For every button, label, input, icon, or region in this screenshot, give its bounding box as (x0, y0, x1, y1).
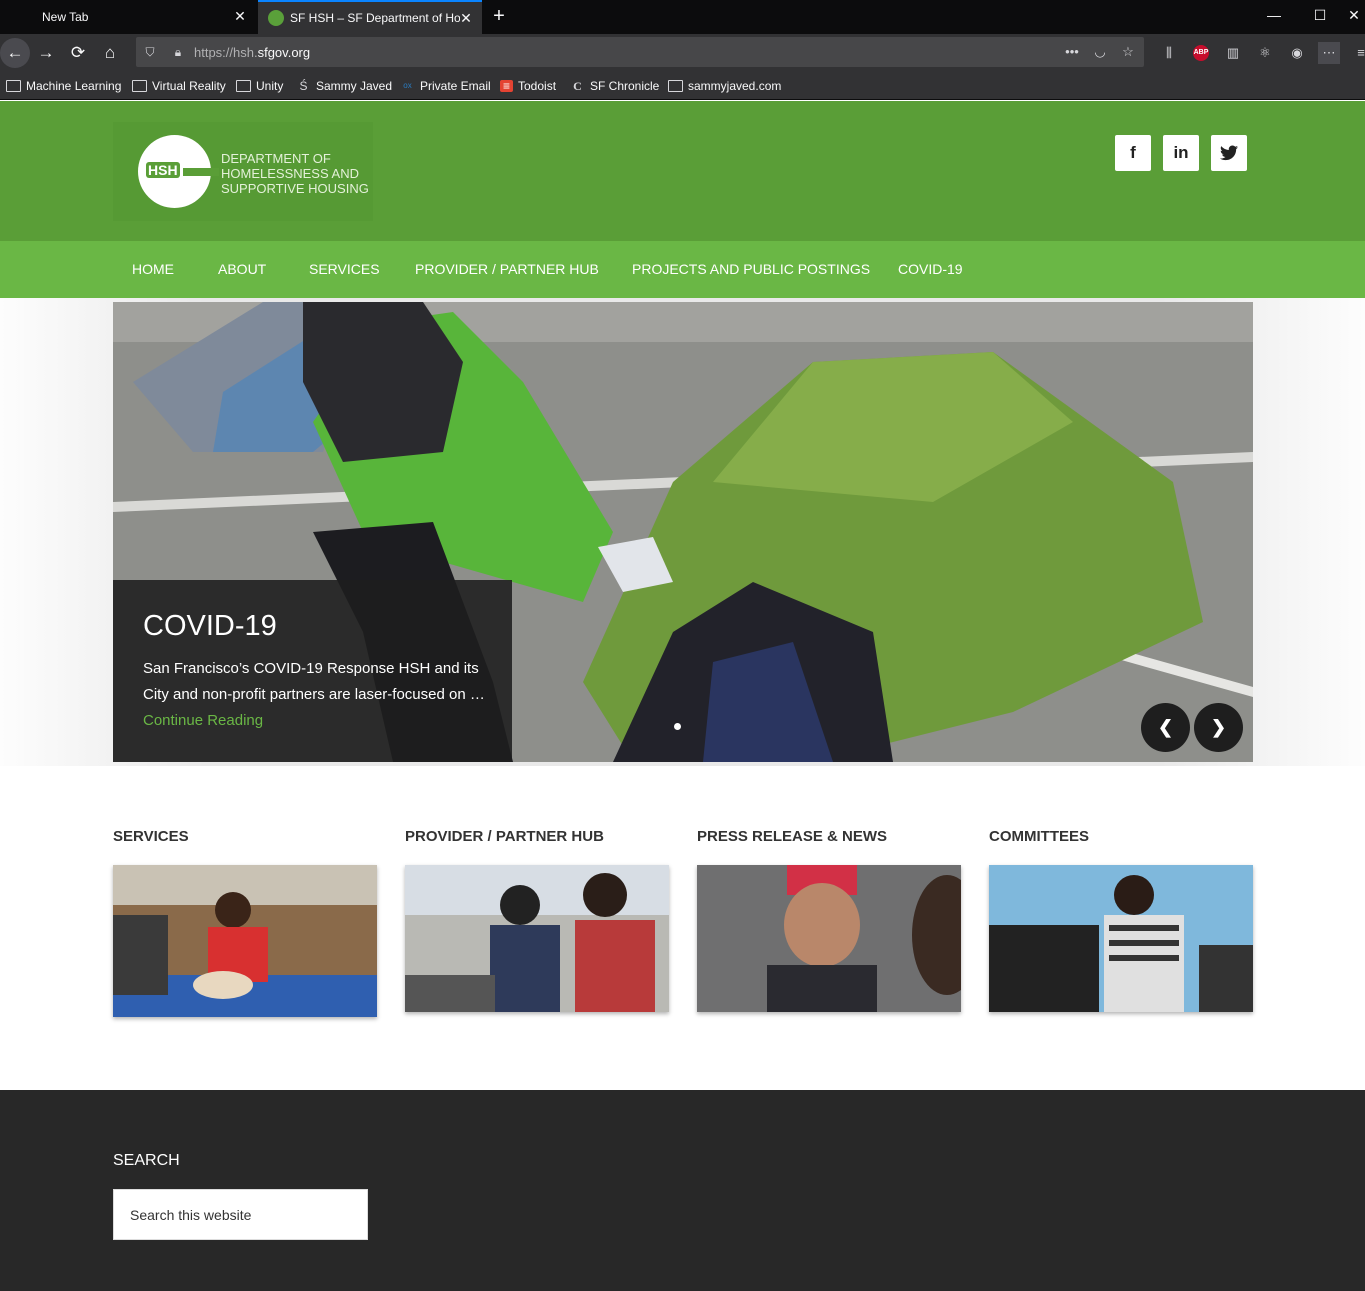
close-icon[interactable]: ✕ (232, 8, 248, 24)
slide-indicator-dot[interactable] (674, 723, 681, 730)
bookmark-label: Sammy Javed (316, 79, 393, 93)
nav-item-provider-partner-hub[interactable]: PROVIDER / PARTNER HUB (415, 261, 599, 277)
bookmark-machine-learning[interactable]: Machine Learning (6, 78, 121, 94)
bookmark-star-icon[interactable]: ☆ (1118, 42, 1138, 62)
committees-image[interactable] (989, 865, 1253, 1012)
url-domain: sfgov.org (257, 45, 311, 60)
slide-excerpt-text: San Francisco’s COVID-19 Response HSH an… (143, 660, 485, 703)
minimize-button[interactable]: — (1251, 0, 1297, 34)
bookmark-sammy-javed[interactable]: Ś Sammy Javed (296, 78, 392, 94)
ox-icon: ox (403, 81, 412, 90)
page-actions-button[interactable]: ••• (1062, 42, 1082, 62)
slide-title[interactable]: COVID-19 (143, 610, 277, 643)
lock-icon[interactable]: 🔒︎ (170, 44, 186, 60)
bookmark-todoist[interactable]: ≡ Todoist (500, 78, 556, 94)
linkedin-icon[interactable]: in (1163, 135, 1199, 171)
tab-sf-hsh[interactable]: SF HSH – SF Department of Ho ✕ (258, 0, 482, 34)
folder-icon (132, 80, 147, 92)
logo-key-shaft (183, 168, 219, 176)
folder-icon (6, 80, 21, 92)
logo-badge: HSH (146, 162, 180, 178)
slide-caption: COVID-19 San Francisco’s COVID-19 Respon… (113, 580, 512, 762)
main-nav: HOME ABOUT SERVICES PROVIDER / PARTNER H… (0, 241, 1365, 298)
logo-line: DEPARTMENT OF (221, 151, 331, 166)
folder-icon (668, 80, 683, 92)
back-button[interactable]: ← (0, 38, 30, 68)
services-image[interactable] (113, 865, 377, 1017)
library-icon[interactable]: ⫼ (1158, 42, 1180, 64)
reload-button[interactable]: ⟳ (65, 40, 91, 66)
provider-hub-image[interactable] (405, 865, 669, 1012)
extensions-menu-icon[interactable]: ⋯ (1318, 42, 1340, 64)
bookmark-unity[interactable]: Unity (236, 78, 283, 94)
hero-slide[interactable]: COVID-19 San Francisco’s COVID-19 Respon… (113, 302, 1253, 762)
bookmark-label: Unity (256, 79, 284, 93)
folder-icon (236, 80, 251, 92)
account-icon[interactable]: ◉ (1286, 42, 1308, 64)
logo-key-icon: HSH (138, 135, 219, 208)
react-devtools-icon[interactable]: ⚛ (1254, 42, 1276, 64)
menu-icon[interactable]: ≡ (1350, 42, 1365, 64)
nav-item-services[interactable]: SERVICES (309, 261, 380, 277)
bookmark-label: Virtual Reality (152, 79, 226, 93)
bookmark-label: sammyjaved.com (688, 79, 782, 93)
section-title-services[interactable]: SERVICES (113, 828, 189, 845)
home-button[interactable]: ⌂ (97, 40, 123, 66)
slide-prev-button[interactable]: ❮ (1141, 703, 1190, 752)
site-header: HSH DEPARTMENT OF HOMELESSNESS AND SUPPO… (0, 101, 1365, 241)
site-logo[interactable]: HSH DEPARTMENT OF HOMELESSNESS AND SUPPO… (113, 122, 373, 221)
adblock-icon[interactable]: ABP (1193, 45, 1209, 61)
bookmark-private-email[interactable]: ox Private Email (400, 78, 491, 94)
tab-title: New Tab (42, 10, 89, 24)
sj-icon: Ś (299, 79, 308, 93)
bookmark-label: Machine Learning (26, 79, 122, 93)
slide-excerpt: San Francisco’s COVID-19 Response HSH an… (143, 656, 493, 734)
site-footer: SEARCH (0, 1090, 1365, 1291)
nav-item-covid-19[interactable]: COVID-19 (898, 261, 963, 277)
tab-new-tab[interactable]: New Tab ✕ (32, 0, 256, 34)
maximize-button[interactable]: ☐ (1297, 0, 1343, 34)
favicon-icon (268, 10, 284, 26)
chronicle-icon: C (573, 79, 582, 93)
browser-toolbar: ← → ⟳ ⌂ ⛉ 🔒︎ https://hsh.sfgov.org ••• ◡… (0, 34, 1365, 72)
continue-reading-link[interactable]: Continue Reading (143, 712, 263, 729)
new-tab-button[interactable]: + (488, 5, 510, 27)
pocket-icon[interactable]: ◡ (1090, 42, 1110, 62)
nav-item-about[interactable]: ABOUT (218, 261, 266, 277)
url-prefix: https://hsh. (194, 45, 258, 60)
bookmark-label: Todoist (518, 79, 557, 93)
todoist-icon: ≡ (500, 80, 513, 92)
logo-line: HOMELESSNESS AND (221, 166, 359, 181)
bookmark-sf-chronicle[interactable]: C SF Chronicle (570, 78, 659, 94)
url-text[interactable]: https://hsh.sfgov.org (194, 45, 310, 60)
section-title-press[interactable]: PRESS RELEASE & NEWS (697, 828, 887, 845)
tab-title: SF HSH – SF Department of Ho (290, 11, 460, 25)
press-release-image[interactable] (697, 865, 961, 1012)
bookmark-label: SF Chronicle (590, 79, 660, 93)
browser-tab-bar: New Tab ✕ SF HSH – SF Department of Ho ✕… (0, 0, 1365, 34)
forward-button[interactable]: → (33, 40, 59, 66)
bookmark-sammyjaved-com[interactable]: sammyjaved.com (668, 78, 781, 94)
logo-line: SUPPORTIVE HOUSING (221, 181, 369, 196)
slide-next-button[interactable]: ❯ (1194, 703, 1243, 752)
facebook-icon[interactable]: f (1115, 135, 1151, 171)
twitter-icon[interactable] (1211, 135, 1247, 171)
sidebar-icon[interactable]: ▥ (1222, 42, 1244, 64)
logo-text: DEPARTMENT OF HOMELESSNESS AND SUPPORTIV… (221, 151, 371, 196)
nav-item-projects[interactable]: PROJECTS AND PUBLIC POSTINGS (632, 261, 870, 277)
close-icon[interactable]: ✕ (458, 10, 474, 26)
window-close-button[interactable]: ✕ (1343, 0, 1365, 34)
section-title-provider-hub[interactable]: PROVIDER / PARTNER HUB (405, 828, 604, 845)
bookmark-virtual-reality[interactable]: Virtual Reality (132, 78, 226, 94)
url-bar[interactable]: ⛉ 🔒︎ https://hsh.sfgov.org ••• ◡ ☆ (136, 37, 1144, 67)
shield-icon[interactable]: ⛉ (142, 44, 158, 60)
nav-item-home[interactable]: HOME (132, 261, 174, 277)
search-input[interactable] (113, 1189, 368, 1240)
section-title-committees[interactable]: COMMITTEES (989, 828, 1089, 845)
bookmark-label: Private Email (420, 79, 491, 93)
bookmarks-bar: Machine Learning Virtual Reality Unity Ś… (0, 72, 1365, 100)
search-widget-title: SEARCH (113, 1152, 180, 1169)
